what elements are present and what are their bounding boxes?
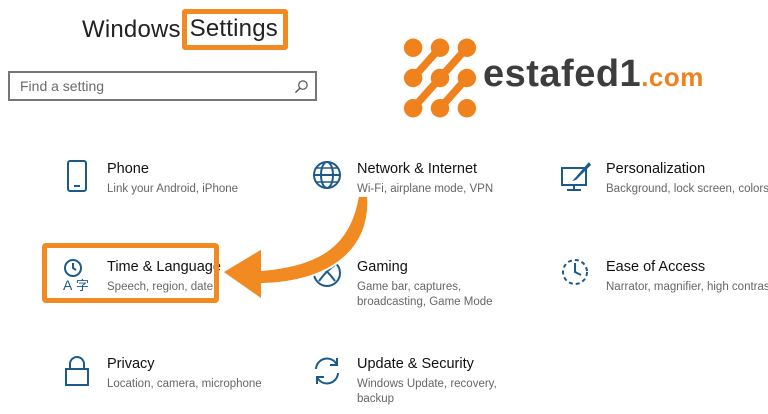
lock-icon bbox=[65, 356, 89, 386]
estafed1-logo-text: estafed1.com bbox=[483, 53, 704, 96]
tile-title: Privacy bbox=[107, 356, 155, 372]
highlight-box-time-language bbox=[42, 243, 219, 303]
logo-tld: .com bbox=[641, 62, 704, 92]
ease-of-access-icon bbox=[562, 259, 588, 285]
search-box[interactable]: Find a setting bbox=[8, 71, 317, 101]
search-icon[interactable] bbox=[294, 79, 309, 94]
title-windows: Windows bbox=[82, 16, 181, 43]
tile-title: Ease of Access bbox=[606, 259, 706, 275]
tile-desc: Game bar, captures, broadcasting, Game M… bbox=[357, 281, 493, 308]
paint-icon bbox=[561, 162, 591, 191]
tile-desc: Narrator, magnifier, high contrast bbox=[606, 281, 768, 293]
tile-desc: Location, camera, microphone bbox=[107, 378, 262, 390]
tile-title: Network & Internet bbox=[357, 161, 478, 177]
tile-desc: Background, lock screen, colors bbox=[606, 183, 768, 195]
title-settings-highlighted: Settings bbox=[181, 9, 288, 50]
tile-desc: Windows Update, recovery, backup bbox=[357, 378, 497, 405]
logo-name: estafed1 bbox=[483, 53, 642, 95]
tile-title: Gaming bbox=[357, 259, 408, 275]
page-title: Windows Settings bbox=[82, 9, 288, 51]
estafed1-logo-icon bbox=[403, 38, 477, 118]
tile-desc: Wi-Fi, airplane mode, VPN bbox=[357, 183, 494, 195]
globe-icon bbox=[313, 161, 341, 189]
sync-icon bbox=[315, 357, 339, 385]
xbox-icon bbox=[313, 259, 341, 287]
tile-title: Update & Security bbox=[357, 356, 474, 372]
phone-icon bbox=[67, 160, 87, 192]
search-input[interactable]: Find a setting bbox=[20, 78, 104, 94]
tile-title: Personalization bbox=[606, 161, 706, 177]
tile-title: Phone bbox=[107, 161, 149, 177]
tile-desc: Link your Android, iPhone bbox=[107, 183, 239, 195]
